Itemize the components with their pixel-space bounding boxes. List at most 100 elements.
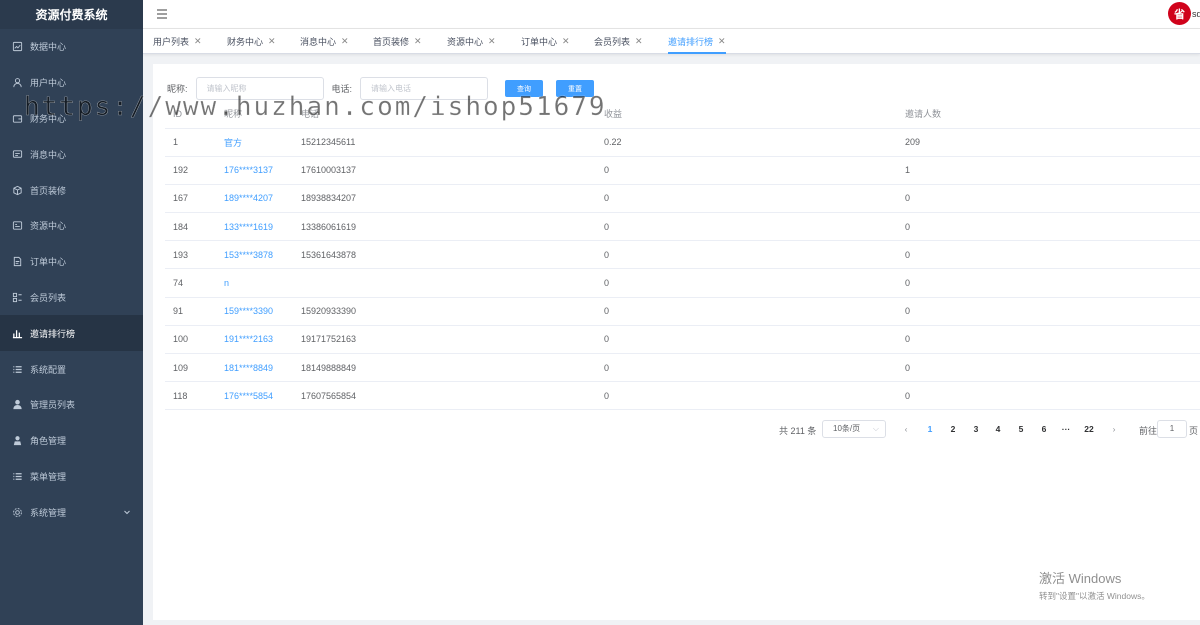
nickname-link[interactable]: 159****3390 — [216, 297, 293, 326]
table-cell: 15361643878 — [293, 240, 596, 270]
tab-8[interactable]: 邀请排行榜 ✕ — [668, 33, 726, 54]
table-row: 193 153****3878 15361643878 0 0 — [165, 240, 1200, 270]
nickname-link[interactable]: n — [216, 268, 293, 298]
table-cell: 0 — [596, 297, 897, 326]
tab-1[interactable]: 用户列表 ✕ — [153, 33, 202, 50]
sidebar-item-7[interactable]: 订单中心 — [0, 244, 143, 280]
nickname-link[interactable]: 191****2163 — [216, 325, 293, 355]
nickname-link[interactable]: 176****3137 — [216, 156, 293, 185]
goto-page-input[interactable]: 1 — [1157, 420, 1187, 438]
page-8-button[interactable]: 22 — [1082, 424, 1096, 434]
table-cell: 0.22 — [596, 128, 897, 157]
sidebar-item-3[interactable]: 财务中心 — [0, 101, 143, 137]
avatar[interactable]: 省 — [1168, 2, 1191, 25]
phone-input[interactable] — [360, 77, 489, 100]
page-3-button[interactable]: 3 — [969, 424, 983, 434]
cube-icon — [12, 185, 23, 196]
sidebar-item-6[interactable]: 资源中心 — [0, 208, 143, 244]
nickname-link[interactable]: 133****1619 — [216, 212, 293, 242]
table-cell — [293, 268, 596, 298]
nickname-link[interactable]: 176****5854 — [216, 381, 293, 411]
table-row: 118 176****5854 17607565854 0 0 — [165, 381, 1200, 411]
sidebar-item-13[interactable]: 菜单管理 — [0, 459, 143, 495]
prev-page-button[interactable]: ‹ — [899, 424, 913, 434]
sidebar-item-label: 财务中心 — [30, 113, 67, 124]
page-2-button[interactable]: 2 — [946, 424, 960, 434]
table-row: 74 n 0 0 — [165, 268, 1200, 298]
next-page-button[interactable]: › — [1107, 424, 1121, 434]
hamburger-icon[interactable] — [155, 7, 169, 21]
sidebar-item-5[interactable]: 首页装修 — [0, 172, 143, 208]
nickname-link[interactable]: 官方 — [216, 128, 293, 157]
table-cell: 118 — [165, 381, 216, 411]
close-icon[interactable]: ✕ — [562, 36, 570, 47]
sidebar-item-label: 消息中心 — [30, 149, 67, 160]
query-button[interactable]: 查询 — [505, 80, 544, 97]
tab-7[interactable]: 会员列表 ✕ — [594, 33, 643, 50]
reset-button[interactable]: 重置 — [556, 80, 595, 97]
close-icon[interactable]: ✕ — [341, 36, 349, 47]
sidebar-item-11[interactable]: 管理员列表 — [0, 387, 143, 423]
table-cell: 0 — [897, 240, 1200, 270]
top-navbar: 省 sq — [143, 0, 1200, 29]
page-1-button[interactable]: 1 — [923, 424, 937, 434]
role-icon — [12, 435, 23, 446]
search-form: 昵称: 电话: 查询 重置 — [167, 77, 595, 100]
page-size-value: 10条/页 — [833, 424, 861, 433]
bar-chart-icon — [12, 328, 23, 339]
table-cell: 192 — [165, 156, 216, 185]
sidebar-item-8[interactable]: 会员列表 — [0, 280, 143, 316]
table-cell: 17610003137 — [293, 156, 596, 185]
close-icon[interactable]: ✕ — [268, 36, 276, 47]
sidebar: 资源付费系统 数据中心用户中心财务中心消息中心首页装修 资源中心 订单中心 会员列表邀… — [0, 0, 143, 625]
tab-2[interactable]: 财务中心 ✕ — [227, 33, 276, 50]
table-cell: 1 — [897, 156, 1200, 185]
page-7-button[interactable]: ··· — [1059, 424, 1073, 434]
table-row: 100 191****2163 19171752163 0 0 — [165, 325, 1200, 355]
message-icon — [12, 149, 23, 160]
table-row: 192 176****3137 17610003137 0 1 — [165, 156, 1200, 185]
app-title: 资源付费系统 — [0, 0, 143, 29]
close-icon[interactable]: ✕ — [194, 36, 202, 47]
sidebar-item-label: 数据中心 — [30, 42, 67, 53]
sidebar-item-14[interactable]: 系统管理 — [0, 494, 143, 530]
page-6-button[interactable]: 6 — [1037, 424, 1051, 434]
close-icon[interactable]: ✕ — [718, 36, 726, 47]
table-cell: 0 — [596, 325, 897, 355]
sidebar-item-label: 菜单管理 — [30, 471, 67, 482]
tab-4[interactable]: 首页装修 ✕ — [373, 33, 422, 50]
person-icon — [12, 399, 23, 410]
page-5-button[interactable]: 5 — [1014, 424, 1028, 434]
nickname-link[interactable]: 153****3878 — [216, 240, 293, 270]
tab-3[interactable]: 消息中心 ✕ — [300, 33, 349, 50]
tags-view: 用户列表 ✕ 财务中心 ✕ 消息中心 ✕ 首页装修 ✕ 资源中心 ✕ 订单中心 ✕ 会员列表 ✕ 邀请排行榜… — [143, 29, 1200, 54]
nickname-link[interactable]: 189****4207 — [216, 184, 293, 214]
nickname-input[interactable] — [195, 77, 324, 100]
tab-6[interactable]: 订单中心 ✕ — [521, 33, 570, 50]
document-icon — [12, 256, 23, 267]
sidebar-item-9[interactable]: 邀请排行榜 — [0, 315, 143, 352]
table-cell: 209 — [897, 128, 1200, 157]
sidebar-item-2[interactable]: 用户中心 — [0, 65, 143, 101]
sidebar-item-4[interactable]: 消息中心 — [0, 136, 143, 172]
table-body: 1 官方 15212345611 0.22 209 192 176****3137 17610… — [165, 128, 1200, 411]
sidebar-item-12[interactable]: 角色管理 — [0, 423, 143, 459]
username[interactable]: sq — [1192, 9, 1200, 19]
page-4-button[interactable]: 4 — [991, 424, 1005, 434]
page-size-select[interactable]: 10条/页 ⌵ — [822, 420, 886, 438]
close-icon[interactable]: ✕ — [635, 36, 643, 47]
tab-5[interactable]: 资源中心 ✕ — [447, 33, 496, 50]
user-icon — [12, 77, 23, 88]
nickname-link[interactable]: 181****8849 — [216, 353, 293, 383]
goto-label: 前往 — [1139, 426, 1158, 436]
close-icon[interactable]: ✕ — [488, 36, 496, 47]
sidebar-item-1[interactable]: 数据中心 — [0, 29, 143, 65]
sidebar-item-10[interactable]: 系统配置 — [0, 351, 143, 387]
list-icon — [12, 364, 23, 375]
table-cell: 109 — [165, 353, 216, 383]
close-icon[interactable]: ✕ — [414, 36, 422, 47]
table-cell: 18938834207 — [293, 184, 596, 214]
nickname-label: 昵称: — [167, 84, 188, 94]
tab-label: 消息中心 — [300, 37, 337, 47]
table-row: 109 181****8849 18149888849 0 0 — [165, 353, 1200, 383]
